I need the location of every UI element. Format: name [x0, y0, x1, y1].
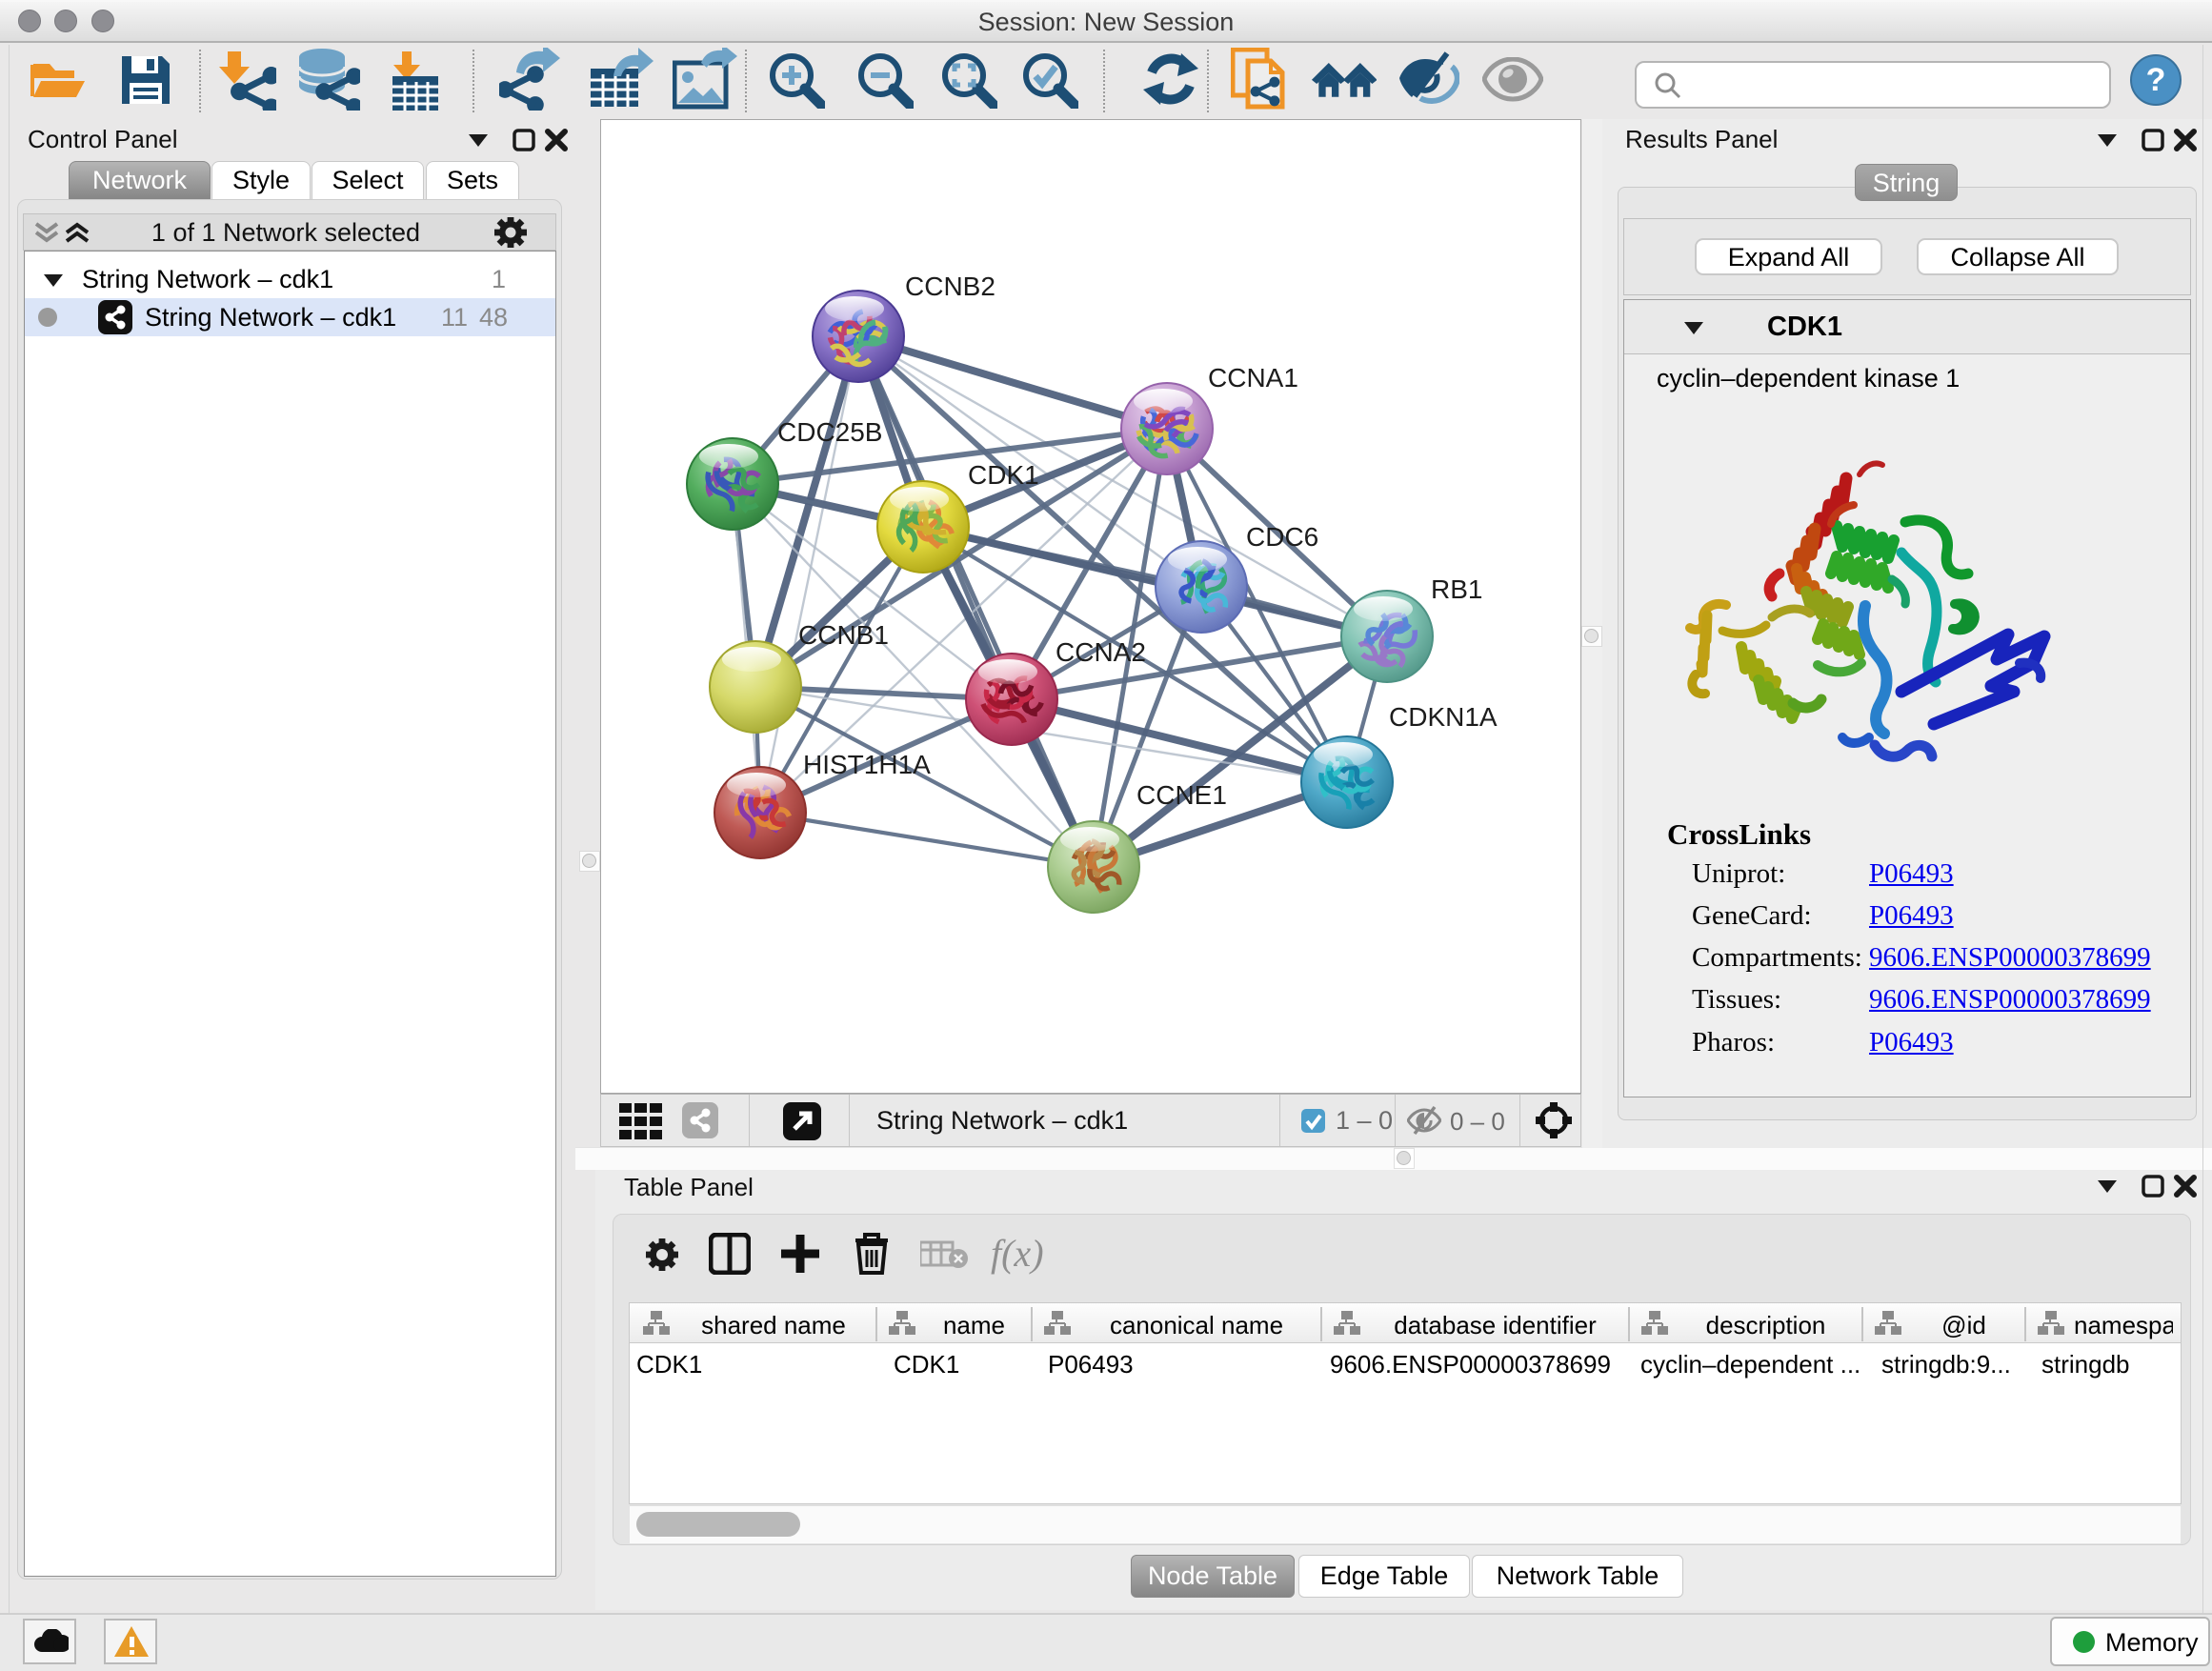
svg-text:CDKN1A: CDKN1A	[1389, 702, 1498, 732]
svg-text:CCNE1: CCNE1	[1136, 780, 1227, 810]
svg-text:CCNA2: CCNA2	[1056, 637, 1146, 667]
svg-text:RB1: RB1	[1431, 574, 1482, 604]
svg-text:?: ?	[2146, 62, 2166, 98]
svg-text:CCNA1: CCNA1	[1208, 363, 1298, 393]
svg-text:HIST1H1A: HIST1H1A	[803, 750, 931, 779]
svg-text:CDC25B: CDC25B	[777, 417, 882, 447]
svg-text:CCNB1: CCNB1	[798, 620, 889, 650]
svg-text:CDK1: CDK1	[968, 460, 1039, 490]
svg-text:CDC6: CDC6	[1246, 522, 1318, 552]
svg-text:CCNB2: CCNB2	[905, 272, 995, 301]
